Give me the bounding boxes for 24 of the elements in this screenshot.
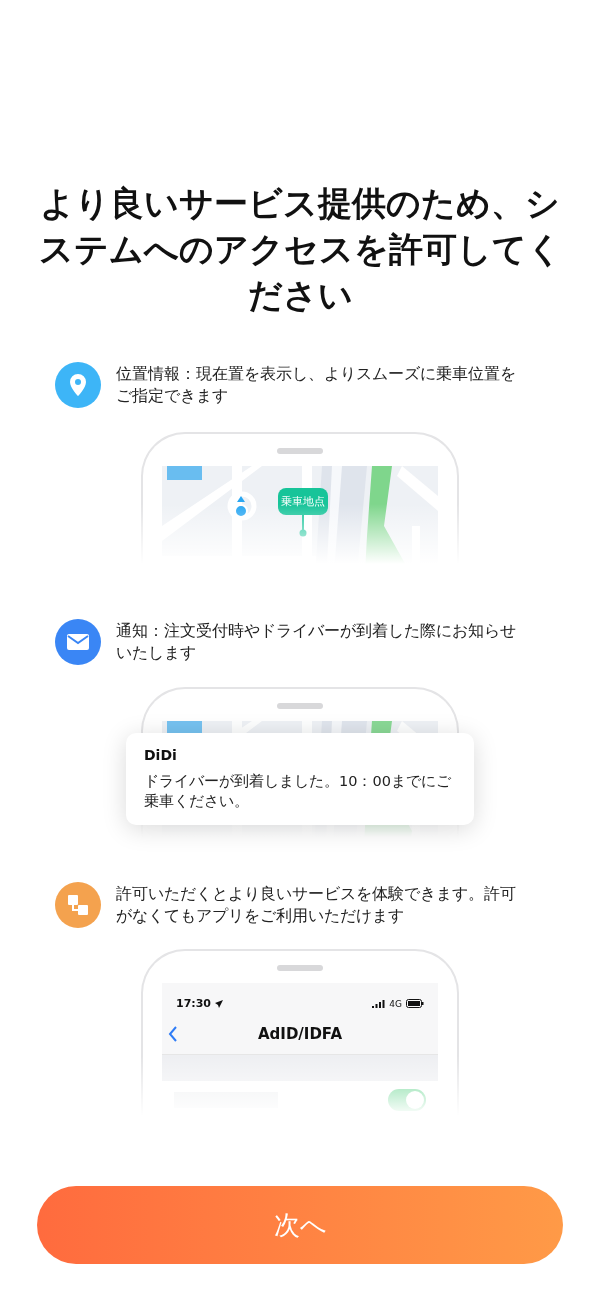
screen-title: AdID/IDFA <box>258 1025 342 1043</box>
page-title: より良いサービス提供のため、システムへのアクセスを許可してください <box>37 182 563 317</box>
network-label: 4G <box>389 998 402 1009</box>
status-time: 17:30 <box>176 997 211 1010</box>
pin-stem-icon <box>299 515 307 537</box>
permission-description: 通知：注文受付時やドライバーが到着した際にお知らせいたします <box>116 620 517 664</box>
location-arrow-icon <box>215 999 223 1008</box>
battery-icon <box>406 999 424 1008</box>
location-pin-icon <box>68 373 88 397</box>
permission-description: 位置情報：現在置を表示し、よりスムーズに乗車位置をご指定できます <box>116 363 517 407</box>
current-location-icon <box>234 496 248 518</box>
toggle-switch[interactable] <box>388 1089 426 1111</box>
notification-message: ドライバーが到着しました。10：00までにご乗車ください。 <box>144 772 452 811</box>
signal-icon <box>372 999 386 1008</box>
permission-description: 許可いただくとより良いサービスを体験できます。許可がなくてもアプリをご利用いただけます <box>116 883 517 927</box>
phone-speaker <box>277 965 323 971</box>
phone-speaker <box>277 448 323 454</box>
back-icon[interactable] <box>168 1026 178 1042</box>
phone-speaker <box>277 703 323 709</box>
mail-icon <box>66 633 90 651</box>
linked-squares-icon <box>66 893 90 917</box>
notification-app-name: DiDi <box>144 747 178 763</box>
pickup-pin-label: 乗車地点 <box>278 488 328 515</box>
next-button[interactable]: 次へ <box>37 1186 563 1264</box>
